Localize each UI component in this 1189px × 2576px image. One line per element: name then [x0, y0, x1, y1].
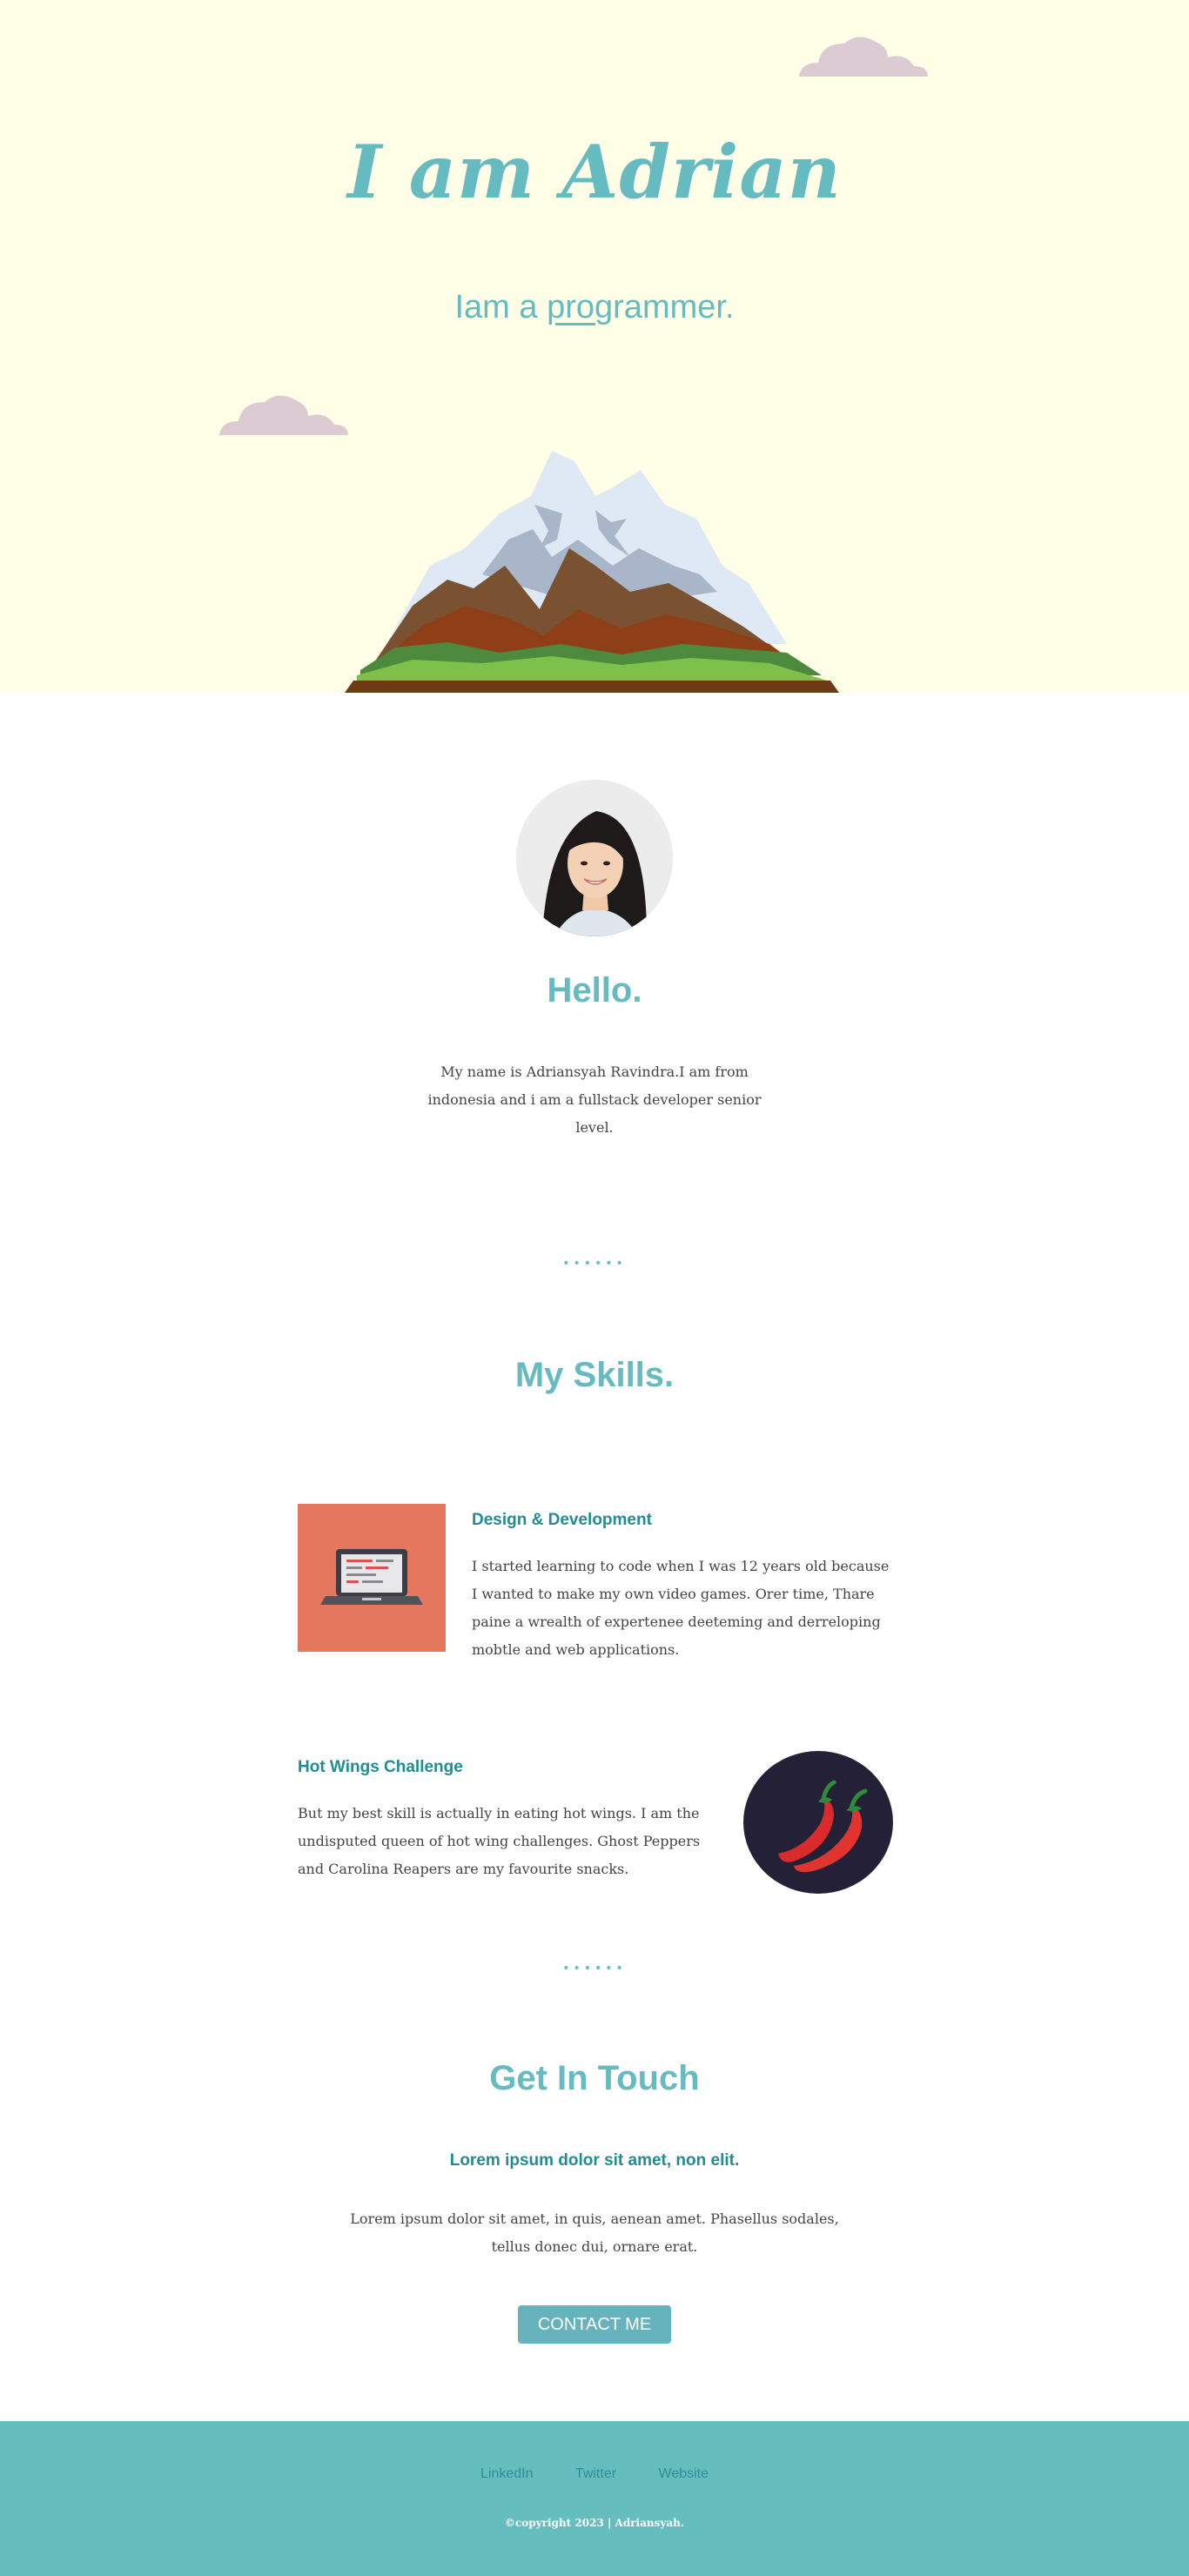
mountain-illustration — [345, 451, 839, 693]
hero-title: I am Adrian — [347, 129, 842, 215]
contact-lead: Lorem ipsum dolor sit amet, non elit. — [449, 2151, 740, 2170]
footer-link-twitter[interactable]: Twitter — [575, 2466, 616, 2481]
footer-copyright: ©copyright 2023 | Adriansyah. — [505, 2517, 684, 2529]
laptop-icon — [320, 1549, 423, 1605]
section-divider: •••••• — [562, 1962, 627, 1976]
skill-text-hot-wings: But my best skill is actually in eating … — [298, 1805, 701, 1877]
footer-link-website[interactable]: Website — [659, 2466, 709, 2481]
skill-image-hot-wings — [743, 1751, 893, 1894]
footer: LinkedIn Twitter Website ©copyright 2023… — [0, 2421, 1189, 2576]
cloud-icon — [219, 395, 348, 435]
skill-heading-design: Design & Development — [472, 1511, 652, 1529]
footer-links: LinkedIn Twitter Website — [0, 2466, 1189, 2482]
footer-link-linkedin[interactable]: LinkedIn — [480, 2466, 534, 2481]
cloud-icon — [799, 37, 928, 77]
chili-pepper-icon — [778, 1780, 868, 1873]
avatar — [516, 780, 673, 936]
contact-me-button[interactable]: CONTACT ME — [518, 2305, 671, 2344]
skills-title: My Skills. — [514, 1356, 675, 1394]
skill-text-design: I started learning to code when I was 12… — [472, 1558, 890, 1658]
hero-subtitle-suffix: rammer. — [613, 289, 735, 325]
hero-subtitle-underlined: prog — [547, 289, 614, 325]
about-title: Hello. — [547, 971, 642, 1010]
avatar-portrait — [516, 780, 673, 936]
hero-subtitle-prefix: Iam a — [454, 289, 547, 325]
about-text: My name is Adriansyah Ravindra.I am from… — [427, 1063, 762, 1136]
section-divider: •••••• — [562, 1257, 627, 1271]
skill-heading-hot-wings: Hot Wings Challenge — [298, 1758, 463, 1776]
contact-text: Lorem ipsum dolor sit amet, in quis, aen… — [350, 2210, 839, 2255]
skill-image-design — [298, 1504, 446, 1652]
hero-section: I am Adrian Iam a programmer. — [0, 0, 1189, 693]
contact-title: Get In Touch — [489, 2059, 700, 2097]
hero-subtitle: Iam a programmer. — [0, 289, 1189, 326]
